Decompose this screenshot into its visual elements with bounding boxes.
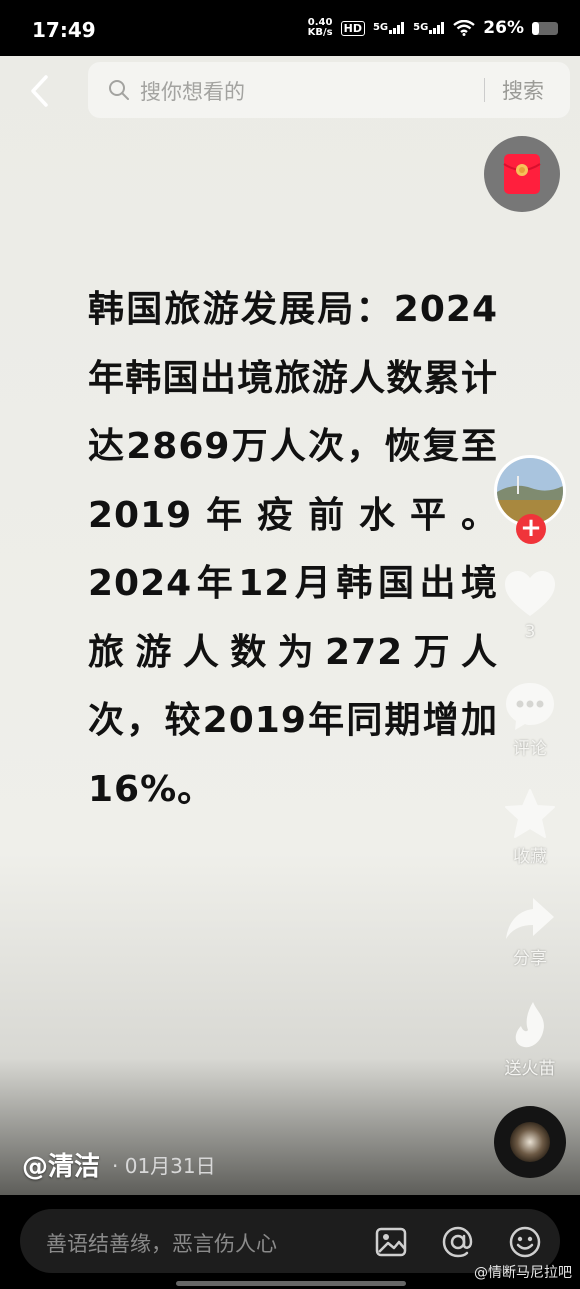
status-time: 17:49 [32, 18, 96, 42]
hd-badge: HD [340, 20, 365, 36]
status-indicators: 0.40 KB/s HD 5G 5G 26% [308, 18, 558, 38]
share-label: 分享 [513, 949, 547, 969]
home-indicator[interactable] [176, 1281, 406, 1286]
mention-icon[interactable] [441, 1225, 475, 1259]
network-speed: 0.40 KB/s [307, 17, 333, 38]
search-input[interactable]: 搜你想看的 [140, 76, 245, 106]
search-divider [484, 78, 485, 102]
favorite-button[interactable]: 收藏 [495, 788, 565, 867]
comment-button[interactable]: 评论 [495, 680, 565, 759]
post-date: · 01月31日 [112, 1154, 216, 1178]
back-arrow-icon[interactable] [26, 74, 56, 108]
status-bar: 17:49 0.40 KB/s HD 5G 5G 26% [0, 0, 580, 56]
watermark: @情断马尼拉吧 [474, 1265, 572, 1281]
battery-percent: 26% [483, 18, 524, 38]
red-packet-button[interactable] [484, 136, 560, 212]
music-disc[interactable] [494, 1106, 566, 1178]
author-name[interactable]: @清洁 [22, 1146, 100, 1183]
emoji-icon[interactable] [508, 1225, 542, 1259]
heart-icon [505, 571, 555, 616]
search-bar[interactable]: 搜你想看的 搜索 [88, 62, 570, 118]
search-icon [109, 80, 129, 100]
comment-label: 评论 [513, 739, 547, 759]
red-envelope-icon [503, 154, 541, 194]
comment-placeholder: 善语结善缘，恶言伤人心 [46, 1232, 277, 1256]
signal-sim1-icon: 5G [373, 22, 405, 34]
comment-icon [506, 683, 554, 730]
like-count: 3 [524, 622, 536, 642]
share-icon [506, 898, 554, 939]
post-text: 韩国旅游发展局：2024年韩国出境旅游人数累计达2869万人次，恢复至2019年… [88, 289, 498, 810]
follow-button[interactable]: + [516, 514, 546, 544]
favorite-label: 收藏 [513, 847, 547, 867]
search-button[interactable]: 搜索 [502, 75, 544, 105]
music-cover-image [510, 1122, 550, 1162]
send-flame-label: 送火苗 [504, 1059, 556, 1079]
send-flame-button[interactable]: 送火苗 [495, 1000, 565, 1079]
battery-icon [532, 21, 558, 35]
flame-icon [515, 1002, 544, 1048]
share-button[interactable]: 分享 [495, 896, 565, 969]
like-button[interactable]: 3 [495, 570, 565, 642]
wifi-icon [453, 20, 476, 36]
signal-sim2-icon: 5G [413, 22, 445, 34]
star-icon [505, 789, 555, 838]
image-picker-icon[interactable] [374, 1225, 408, 1259]
